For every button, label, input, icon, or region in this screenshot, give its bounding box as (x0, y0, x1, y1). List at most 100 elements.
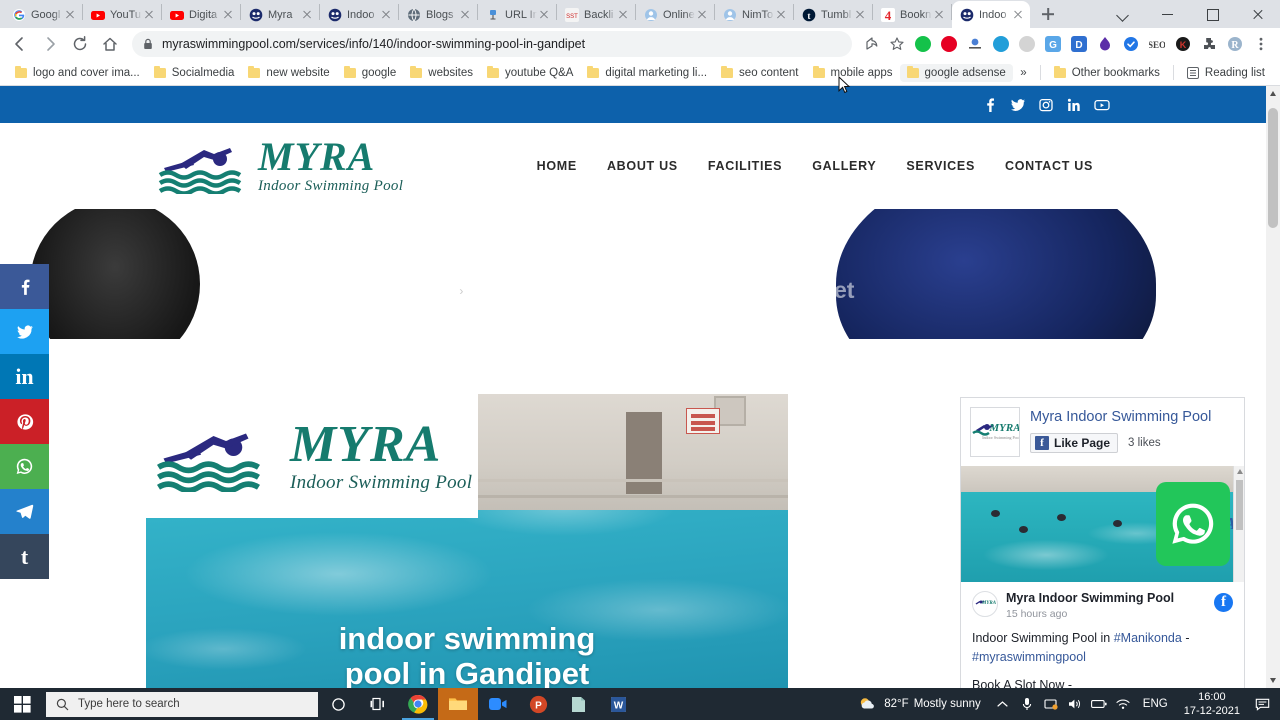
browser-tab[interactable]: 4 Bookn (873, 1, 951, 28)
language-indicator[interactable]: ENG (1135, 698, 1176, 710)
wifi-icon[interactable] (1111, 688, 1135, 720)
browser-tab[interactable]: SST Backli (557, 1, 635, 28)
share-pinterest-button[interactable] (0, 399, 49, 444)
start-button[interactable] (0, 688, 44, 720)
taskbar-search-box[interactable]: Type here to search (46, 692, 318, 717)
page-scrollbar[interactable] (1266, 86, 1280, 688)
browser-tab-active[interactable]: Indoo (952, 1, 1030, 28)
close-icon[interactable] (221, 8, 235, 22)
taskbar-weather[interactable]: 82°F Mostly sunny (858, 695, 981, 714)
close-icon[interactable] (458, 8, 472, 22)
facebook-icon[interactable] (976, 91, 1004, 119)
scroll-down-arrow[interactable] (1270, 678, 1276, 683)
taskbar-app-excel[interactable] (558, 688, 598, 720)
bookmark-item[interactable]: logo and cover ima... (8, 64, 147, 82)
browser-tab[interactable]: t Tumbl (794, 1, 872, 28)
instagram-icon[interactable] (1032, 91, 1060, 119)
extension-green-icon[interactable] (911, 32, 935, 56)
close-icon[interactable] (616, 8, 630, 22)
bookmark-item[interactable]: new website (241, 64, 336, 82)
bookmark-item[interactable]: digital marketing li... (580, 64, 714, 82)
browser-tab[interactable]: Indoo (320, 1, 398, 28)
cortana-button[interactable] (318, 688, 358, 720)
rank-r-icon[interactable]: R (1223, 32, 1247, 56)
alexa-icon[interactable] (963, 32, 987, 56)
pinterest-icon[interactable] (937, 32, 961, 56)
bookmark-item[interactable]: Socialmedia (147, 64, 242, 82)
scrollbar-thumb[interactable] (1236, 480, 1243, 530)
action-center-button[interactable] (1248, 688, 1276, 720)
close-icon[interactable] (142, 8, 156, 22)
browser-tab[interactable]: Digita (162, 1, 240, 28)
close-icon[interactable] (63, 8, 77, 22)
nav-item-services[interactable]: SERVICES (891, 159, 990, 173)
taskbar-clock[interactable]: 16:00 17-12-2021 (1176, 690, 1248, 719)
taskbar-app-zoom[interactable] (478, 688, 518, 720)
other-bookmarks-button[interactable]: Other bookmarks (1047, 64, 1167, 82)
share-icon[interactable] (859, 32, 883, 56)
honey-icon[interactable] (1093, 32, 1117, 56)
microphone-icon[interactable] (1015, 688, 1039, 720)
close-icon[interactable] (537, 8, 551, 22)
close-icon[interactable] (774, 8, 788, 22)
twitter-icon[interactable] (1004, 91, 1032, 119)
close-icon[interactable] (932, 8, 946, 22)
grammarly-icon[interactable]: G (1041, 32, 1065, 56)
bookmark-item[interactable]: seo content (714, 64, 805, 82)
new-tab-button[interactable] (1034, 0, 1062, 28)
breadcrumb-home[interactable]: Home (412, 283, 451, 299)
nav-item-gallery[interactable]: GALLERY (797, 159, 891, 173)
chevron-down-icon[interactable] (1100, 0, 1145, 28)
widget-scrollbar[interactable] (1233, 466, 1244, 582)
back-arrow-icon[interactable] (6, 30, 34, 58)
like-page-button[interactable]: f Like Page (1030, 433, 1118, 453)
close-icon[interactable] (1011, 8, 1025, 22)
forward-arrow-icon[interactable] (36, 30, 64, 58)
puzzle-extensions-icon[interactable] (1197, 32, 1221, 56)
share-tumblr-button[interactable]: t (0, 534, 49, 579)
share-telegram-button[interactable] (0, 489, 49, 534)
browser-tab[interactable]: URL In (478, 1, 556, 28)
bookmark-star-icon[interactable] (885, 32, 909, 56)
facebook-page-name[interactable]: Myra Indoor Swimming Pool (1030, 409, 1211, 425)
nav-item-about-us[interactable]: ABOUT US (592, 159, 693, 173)
three-dot-menu-icon[interactable] (1249, 32, 1273, 56)
volume-icon[interactable] (1063, 688, 1087, 720)
scroll-up-arrow[interactable] (1270, 91, 1276, 96)
close-icon[interactable] (695, 8, 709, 22)
address-bar[interactable]: myraswimmingpool.com/services/info/140/i… (132, 31, 852, 57)
reading-list-button[interactable]: Reading list (1180, 64, 1272, 82)
show-hidden-icons-button[interactable] (991, 688, 1015, 720)
bookmark-item-google-adsense[interactable]: google adsense (900, 64, 1013, 82)
post-hashtag-manikonda[interactable]: #Manikonda (1114, 631, 1182, 645)
checkmark-blue-icon[interactable] (1119, 32, 1143, 56)
close-icon[interactable] (853, 8, 867, 22)
nav-item-contact-us[interactable]: CONTACT US (990, 159, 1108, 173)
close-icon[interactable] (379, 8, 393, 22)
battery-icon[interactable] (1087, 688, 1111, 720)
browser-tab[interactable]: Online (636, 1, 714, 28)
share-whatsapp-button[interactable] (0, 444, 49, 489)
site-logo[interactable]: MYRA Indoor Swimming Pool (158, 137, 403, 195)
post-author-name[interactable]: Myra Indoor Swimming Pool (1006, 591, 1214, 607)
onedrive-icon[interactable] (1039, 688, 1063, 720)
nav-item-home[interactable]: HOME (522, 159, 592, 173)
bookmark-item[interactable]: mobile apps (806, 64, 900, 82)
scroll-up-arrow[interactable] (1237, 469, 1243, 474)
browser-tab[interactable]: YouTu (83, 1, 161, 28)
browser-tab[interactable]: Blogs (399, 1, 477, 28)
share-facebook-button[interactable] (0, 264, 49, 309)
taskbar-app-word[interactable]: W (598, 688, 638, 720)
bookmark-item[interactable]: websites (403, 64, 480, 82)
close-window-button[interactable] (1235, 0, 1280, 28)
home-icon[interactable] (96, 30, 124, 58)
taskbar-app-chrome[interactable] (398, 688, 438, 720)
dashlane-icon[interactable]: D (1067, 32, 1091, 56)
post-hashtag-myraswimmingpool[interactable]: #myraswimmingpool (972, 650, 1086, 664)
taskbar-app-file-explorer[interactable] (438, 688, 478, 720)
youtube-icon[interactable] (1088, 91, 1116, 119)
share-twitter-button[interactable] (0, 309, 49, 354)
close-icon[interactable] (300, 8, 314, 22)
kaspersky-icon[interactable]: K (1171, 32, 1195, 56)
reload-icon[interactable] (66, 30, 94, 58)
